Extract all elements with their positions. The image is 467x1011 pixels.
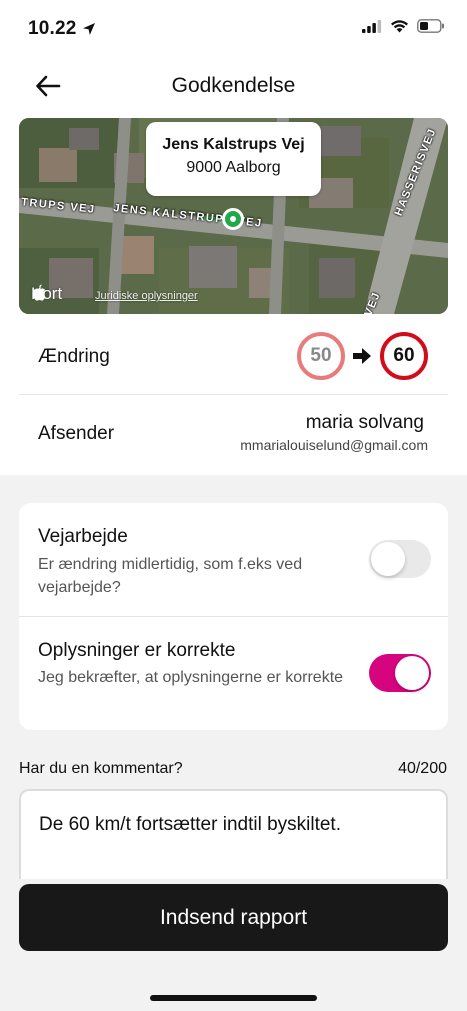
signal-icon bbox=[362, 19, 382, 33]
callout-street: Jens Kalstrups Vej bbox=[162, 136, 305, 153]
battery-icon bbox=[417, 19, 444, 33]
correct-info-description: Jeg bekræfter, at oplysningerne er korre… bbox=[38, 669, 344, 686]
correct-info-toggle[interactable] bbox=[369, 654, 431, 692]
roadwork-toggle[interactable] bbox=[369, 540, 431, 578]
status-time: 10.22 bbox=[28, 18, 96, 40]
settings-card: Vejarbejde Er ændring midlertidig, som f… bbox=[19, 503, 448, 730]
character-counter: 40/200 bbox=[398, 760, 447, 777]
arrow-right-icon bbox=[353, 348, 371, 364]
comment-label: Har du en kommentar? bbox=[19, 760, 183, 777]
old-speed-value: 50 bbox=[310, 345, 332, 366]
callout-city: 9000 Aalborg bbox=[186, 159, 281, 176]
location-pin bbox=[222, 208, 244, 230]
maps-logo: Kort bbox=[31, 284, 62, 304]
nav-bar: Godkendelse bbox=[0, 60, 467, 116]
change-label: Ændring bbox=[38, 346, 110, 367]
status-icons bbox=[362, 19, 445, 33]
sender-name: maria solvang bbox=[305, 412, 424, 433]
roadwork-title: Vejarbejde bbox=[38, 526, 128, 547]
toggle-knob bbox=[395, 656, 429, 690]
address-callout: Jens Kalstrups Vej 9000 Aalborg bbox=[146, 122, 321, 196]
page-title: Godkendelse bbox=[171, 74, 296, 97]
home-indicator bbox=[150, 995, 317, 1001]
legal-link[interactable]: Juridiske oplysninger bbox=[95, 290, 198, 302]
divider bbox=[19, 394, 448, 395]
status-bar: 10.22 bbox=[0, 0, 467, 60]
new-speed-value: 60 bbox=[393, 345, 415, 366]
sender-email: mmarialouiselund@gmail.com bbox=[240, 437, 428, 453]
toggle-knob bbox=[371, 542, 405, 576]
roadwork-description: Er ændring midlertidig, som f.eks ved ve… bbox=[38, 556, 303, 596]
clock: 10.22 bbox=[28, 18, 77, 39]
submit-button[interactable]: Indsend rapport bbox=[19, 884, 448, 951]
submit-label: Indsend rapport bbox=[159, 905, 308, 929]
old-speed-sign: 50 bbox=[297, 332, 345, 380]
map-view[interactable]: TRUPS VEJ JENS KALSTRUPS VEJ HASSERISVEJ… bbox=[19, 118, 448, 314]
sender-label: Afsender bbox=[38, 423, 115, 444]
wifi-icon bbox=[391, 20, 408, 33]
apple-icon bbox=[32, 284, 46, 301]
location-arrow-icon bbox=[82, 23, 95, 35]
new-speed-sign: 60 bbox=[380, 332, 428, 380]
comment-textarea[interactable]: De 60 km/t fortsætter indtil byskiltet. bbox=[19, 789, 448, 879]
card-divider bbox=[19, 616, 448, 617]
correct-info-title: Oplysninger er korrekte bbox=[38, 640, 236, 661]
